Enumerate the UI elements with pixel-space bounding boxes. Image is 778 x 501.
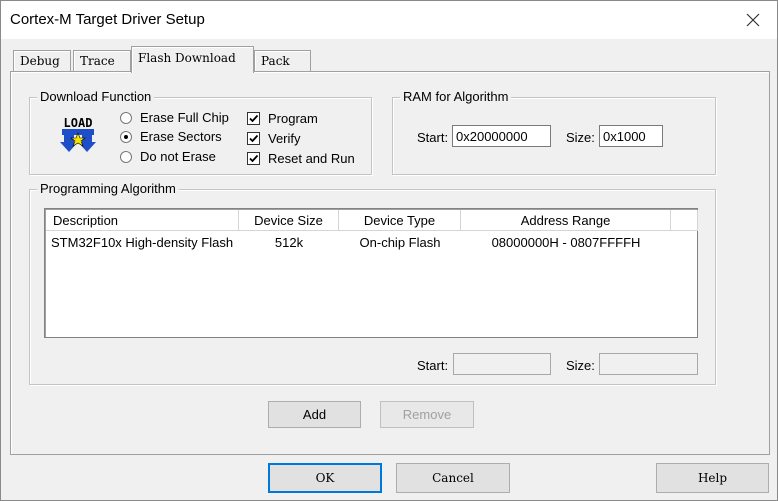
programming-algorithm-label: Programming Algorithm — [37, 181, 179, 196]
column-header-device-type[interactable]: Device Type — [339, 210, 461, 231]
cell-address-range: 08000000H - 0807FFFFH — [491, 234, 641, 250]
checkbox-program[interactable]: Program — [247, 111, 318, 126]
checkmark-icon — [247, 132, 260, 145]
column-header-filler — [671, 210, 698, 231]
radio-erase-full-chip-label: Erase Full Chip — [140, 110, 229, 125]
checkmark-icon — [247, 112, 260, 125]
ram-size-input[interactable]: 0x1000 — [599, 125, 663, 147]
ok-button[interactable]: OK — [268, 463, 382, 493]
ram-algorithm-label: RAM for Algorithm — [400, 89, 512, 104]
radio-button-icon — [120, 150, 132, 163]
tab-debug[interactable]: Debug — [13, 50, 71, 72]
radio-button-selected-icon — [120, 130, 132, 143]
radio-erase-full-chip[interactable]: Erase Full Chip — [120, 110, 229, 125]
window-title: Cortex-M Target Driver Setup — [10, 11, 205, 28]
checkmark-icon — [247, 152, 260, 165]
title-bar: Cortex-M Target Driver Setup — [1, 1, 777, 39]
radio-erase-sectors-label: Erase Sectors — [140, 129, 222, 144]
algorithm-list[interactable]: Description Device Size Device Type Addr… — [44, 208, 698, 338]
download-function-label: Download Function — [37, 89, 155, 104]
cell-device-size: 512k — [274, 234, 304, 250]
cell-device-type: On-chip Flash — [359, 234, 441, 250]
add-button[interactable]: Add — [268, 401, 361, 428]
column-header-description[interactable]: Description — [46, 210, 239, 231]
column-header-address-range[interactable]: Address Range — [461, 210, 671, 231]
algorithm-size-input[interactable] — [599, 353, 698, 375]
dialog-window: Cortex-M Target Driver Setup Debug Trace… — [0, 0, 778, 501]
load-icon-text: LOAD — [64, 116, 93, 130]
ram-size-label: Size: — [566, 130, 595, 145]
cell-description: STM32F10x High-density Flash — [51, 234, 234, 250]
radio-do-not-erase-label: Do not Erase — [140, 149, 216, 164]
help-button[interactable]: Help — [656, 463, 769, 493]
tab-trace[interactable]: Trace — [73, 50, 131, 72]
tab-flash-download[interactable]: Flash Download — [131, 46, 254, 73]
list-header: Description Device Size Device Type Addr… — [46, 210, 698, 231]
column-header-device-size[interactable]: Device Size — [239, 210, 339, 231]
checkbox-verify[interactable]: Verify — [247, 131, 301, 146]
ram-start-label: Start: — [417, 130, 449, 145]
table-row[interactable]: STM32F10x High-density Flash 512k On-chi… — [46, 233, 671, 251]
checkbox-program-label: Program — [268, 111, 318, 126]
cancel-button[interactable]: Cancel — [396, 463, 510, 493]
checkbox-verify-label: Verify — [268, 131, 301, 146]
ram-start-input[interactable]: 0x20000000 — [452, 125, 551, 147]
load-icon: LOAD — [58, 115, 98, 157]
algorithm-start-input[interactable] — [453, 353, 551, 375]
remove-button[interactable]: Remove — [380, 401, 474, 428]
checkbox-reset-and-run[interactable]: Reset and Run — [247, 151, 355, 166]
close-icon[interactable] — [743, 10, 763, 30]
radio-erase-sectors[interactable]: Erase Sectors — [120, 129, 222, 144]
radio-do-not-erase[interactable]: Do not Erase — [120, 149, 216, 164]
algorithm-size-label: Size: — [566, 358, 595, 373]
tab-pack[interactable]: Pack — [254, 50, 311, 72]
checkbox-reset-and-run-label: Reset and Run — [268, 151, 355, 166]
algorithm-start-label: Start: — [417, 358, 449, 373]
radio-button-icon — [120, 111, 132, 124]
